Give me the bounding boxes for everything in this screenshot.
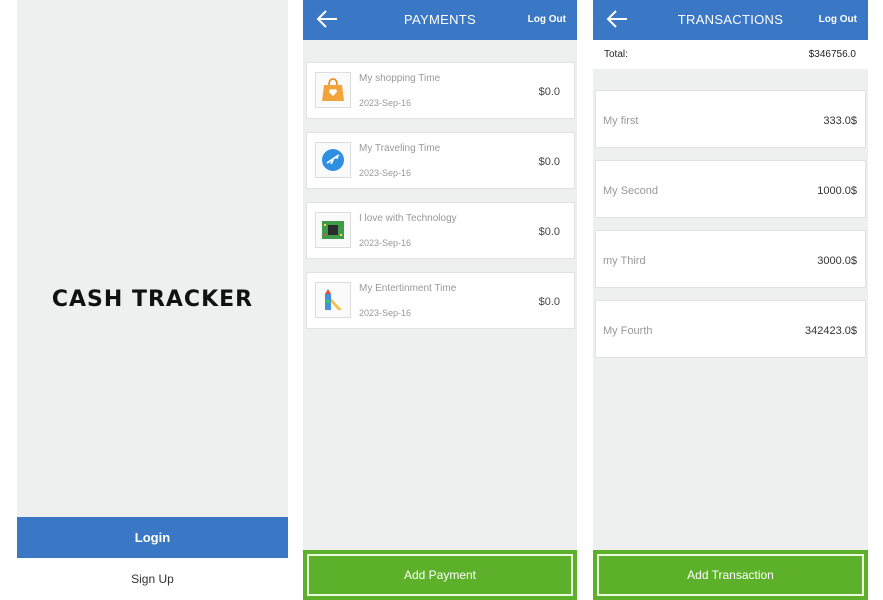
total-row: Total: $346756.0 — [593, 40, 868, 69]
transactions-screen: TRANSACTIONS Log Out Total: $346756.0 My… — [593, 0, 868, 600]
payment-date: 2023-Sep-16 — [359, 98, 412, 108]
login-button[interactable]: Login — [17, 517, 288, 558]
total-label: Total: — [604, 49, 628, 60]
transaction-title: My first — [603, 115, 639, 127]
transaction-title: My Second — [603, 185, 659, 197]
payment-item[interactable]: I love with Technology 2023-Sep-16 $0.0 — [306, 202, 575, 259]
app-title: CASH TRACKER — [51, 287, 254, 312]
payment-item[interactable]: My Traveling Time 2023-Sep-16 $0.0 — [306, 132, 575, 189]
payment-title: My Entertinment Time — [359, 283, 457, 294]
transaction-amount: 3000.0$ — [817, 255, 857, 267]
transaction-item[interactable]: My first 333.0$ — [595, 90, 866, 148]
add-payment-bar: Add Payment — [303, 550, 577, 600]
add-transaction-bar: Add Transaction — [593, 550, 868, 600]
logout-button[interactable]: Log Out — [819, 14, 857, 25]
add-payment-button[interactable]: Add Payment — [307, 554, 573, 596]
logout-button[interactable]: Log Out — [528, 14, 566, 25]
transaction-amount: 1000.0$ — [817, 185, 857, 197]
add-transaction-button[interactable]: Add Transaction — [597, 554, 864, 596]
payment-date: 2023-Sep-16 — [359, 238, 412, 248]
payment-amount: $0.0 — [538, 86, 560, 98]
transaction-title: My Fourth — [603, 325, 653, 337]
playground-icon — [315, 282, 351, 318]
total-value: $346756.0 — [808, 49, 856, 60]
payment-item[interactable]: My shopping Time 2023-Sep-16 $0.0 — [306, 62, 575, 119]
signup-area: Sign Up — [17, 558, 288, 600]
payment-amount: $0.0 — [538, 296, 560, 308]
payments-screen: PAYMENTS Log Out My shopping Time 2023-S… — [303, 0, 577, 600]
transaction-item[interactable]: My Second 1000.0$ — [595, 160, 866, 218]
payment-amount: $0.0 — [538, 226, 560, 238]
transaction-title: my Third — [603, 255, 646, 267]
welcome-screen: CASH TRACKER Login Sign Up — [17, 0, 288, 600]
signup-link[interactable]: Sign Up — [131, 572, 174, 586]
transaction-amount: 342423.0$ — [805, 325, 857, 337]
payment-item[interactable]: My Entertinment Time 2023-Sep-16 $0.0 — [306, 272, 575, 329]
payment-date: 2023-Sep-16 — [359, 308, 412, 318]
payment-title: My Traveling Time — [359, 143, 441, 154]
payment-title: I love with Technology — [359, 213, 457, 224]
transaction-item[interactable]: My Fourth 342423.0$ — [595, 300, 866, 358]
transaction-amount: 333.0$ — [823, 115, 857, 127]
payment-title: My shopping Time — [359, 73, 441, 84]
payment-date: 2023-Sep-16 — [359, 168, 412, 178]
shopping-bag-icon — [315, 72, 351, 108]
transactions-app-bar: TRANSACTIONS Log Out — [593, 0, 868, 40]
payments-app-bar: PAYMENTS Log Out — [303, 0, 577, 40]
payment-amount: $0.0 — [538, 156, 560, 168]
circuit-board-icon — [315, 212, 351, 248]
airplane-icon — [315, 142, 351, 178]
transaction-item[interactable]: my Third 3000.0$ — [595, 230, 866, 288]
